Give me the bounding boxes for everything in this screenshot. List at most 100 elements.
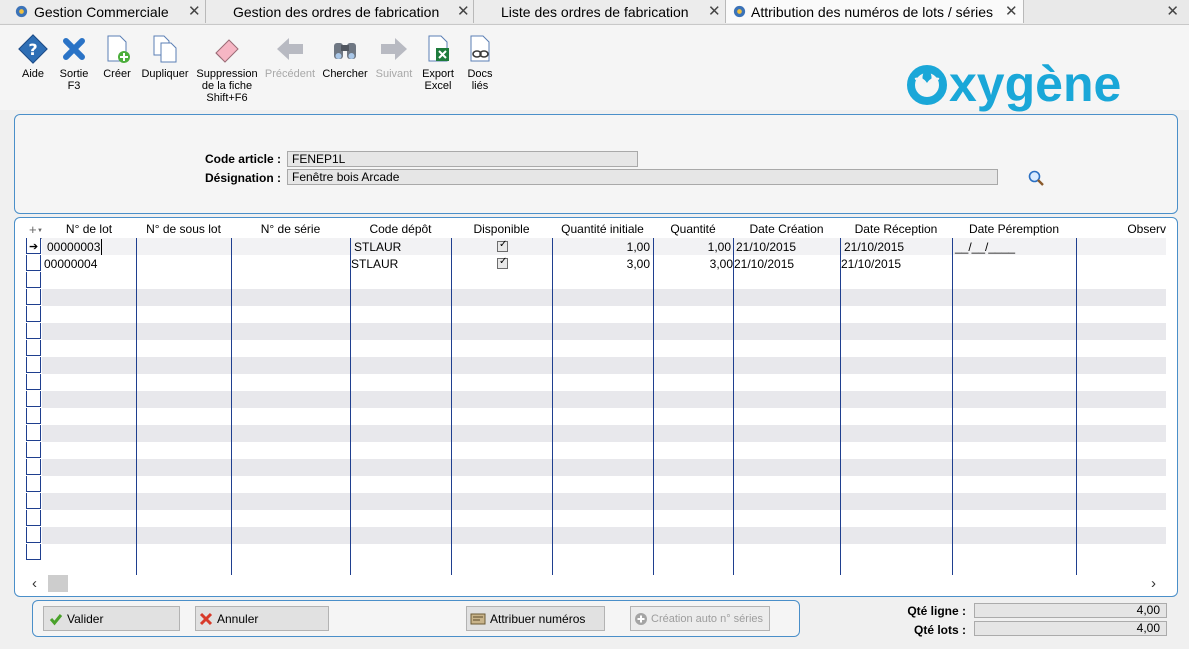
row-background [42,459,1166,476]
tab-liste-ordres[interactable]: Liste des ordres de fabrication ✕ [474,0,726,23]
row-background [42,272,1166,289]
col-header-serie[interactable]: N° de série [231,222,350,237]
close-icon[interactable]: ✕ [457,2,470,20]
scrollbar-thumb[interactable] [48,575,68,592]
row-background [42,357,1166,374]
gear-icon [15,5,28,18]
row-selector[interactable] [26,425,41,441]
delete-label: Suppression [196,68,258,80]
row-selector[interactable] [26,476,41,492]
row-background [42,527,1166,544]
binoculars-icon [334,43,356,59]
cell-depot[interactable]: STLAUR [351,256,398,272]
cell-date-creation[interactable]: 21/10/2015 [734,256,794,272]
close-icon[interactable]: ✕ [188,2,201,20]
tab-gestion-commerciale[interactable]: Gestion Commerciale ✕ [0,0,206,23]
col-header-observation[interactable]: Observ [1076,222,1166,237]
row-selector[interactable] [26,289,41,305]
tab-gestion-ordres[interactable]: Gestion des ordres de fabrication ✕ [206,0,474,23]
excel-icon [428,35,449,62]
scroll-left-icon[interactable]: ‹ [32,575,37,592]
arrow-right-icon [381,38,407,60]
help-button[interactable]: ? Aide [16,33,50,80]
row-selector[interactable] [26,272,41,288]
row-selector[interactable] [26,510,41,526]
cell-depot[interactable]: STLAUR [354,239,401,255]
cell-qte-initiale[interactable]: 1,00 [560,239,650,255]
scroll-right-icon[interactable]: › [1151,575,1156,592]
cell-qte[interactable]: 3,00 [660,256,733,272]
col-header-disponible[interactable]: Disponible [451,222,552,237]
cell-qte[interactable]: 1,00 [660,239,731,255]
export-label: Export [422,68,454,80]
col-header-qte-initiale[interactable]: Quantité initiale [552,222,653,237]
col-header-qte[interactable]: Quantité [653,222,733,237]
row-selector[interactable] [26,323,41,339]
tab-label: Gestion Commerciale [34,4,169,20]
disponible-checkbox[interactable]: ✓ [497,256,508,269]
cell-date-creation[interactable]: 21/10/2015 [736,239,796,255]
designation-field[interactable]: Fenêtre bois Arcade [287,169,998,185]
row-selector[interactable] [26,306,41,322]
validate-button[interactable]: Valider [43,606,180,631]
horizontal-scrollbar[interactable]: ‹ › [26,575,1166,593]
search-button[interactable]: Chercher [322,33,368,80]
row-background [42,340,1166,357]
col-header-date-creation[interactable]: Date Création [733,222,840,237]
add-row-icon[interactable]: + [29,222,37,237]
create-button[interactable]: Créer [100,33,134,80]
col-separator [451,238,452,575]
cell-date-reception[interactable]: 21/10/2015 [844,239,904,255]
export-excel-button[interactable]: Export Excel [420,33,456,92]
delete-record-button[interactable]: Suppression de la fiche Shift+F6 [196,33,258,104]
row-selector[interactable] [26,527,41,543]
col-header-sous-lot[interactable]: N° de sous lot [136,222,231,237]
numbering-icon [470,613,486,625]
close-icon[interactable]: ✕ [1005,2,1018,20]
col-header-lot[interactable]: N° de lot [42,222,136,237]
row-selector[interactable] [26,340,41,356]
row-background [42,510,1166,527]
cell-date-reception[interactable]: 21/10/2015 [841,256,901,272]
exit-button[interactable]: Sortie F3 [56,33,92,92]
row-background [42,391,1166,408]
arrow-left-icon [277,38,303,60]
previous-button[interactable]: Précédent [264,33,316,80]
row-selector[interactable] [26,442,41,458]
col-header-depot[interactable]: Code dépôt [350,222,451,237]
duplicate-button[interactable]: Dupliquer [140,33,190,80]
cell-lot[interactable]: 00000003 [47,239,103,255]
row-selector[interactable] [26,544,41,560]
row-selector[interactable] [26,408,41,424]
row-background [42,306,1166,323]
grid-header: + ▼ N° de lot N° de sous lot N° de série… [26,222,1166,239]
magnifier-icon[interactable] [1028,170,1044,186]
cell-qte-initiale[interactable]: 3,00 [560,256,650,272]
tab-label: Liste des ordres de fabrication [501,4,689,20]
col-separator [350,238,351,575]
col-header-date-reception[interactable]: Date Réception [840,222,952,237]
row-selector[interactable] [26,374,41,390]
check-icon [49,614,63,626]
close-icon[interactable]: ✕ [708,2,721,20]
code-article-field[interactable]: FENEP1L [287,151,638,167]
auto-serial-button[interactable]: Création auto n° séries [630,606,770,631]
create-label: Créer [103,68,131,80]
row-selector[interactable] [26,255,41,271]
col-header-date-peremption[interactable]: Date Péremption [952,222,1076,237]
close-all-icon[interactable]: ✕ [1166,2,1179,20]
linked-docs-button[interactable]: Docs liés [464,33,496,92]
row-selector[interactable] [26,459,41,475]
cell-lot[interactable]: 00000004 [44,256,97,272]
row-selector[interactable] [26,391,41,407]
row-selector[interactable] [26,493,41,509]
cancel-button[interactable]: Annuler [195,606,329,631]
assign-numbers-button[interactable]: Attribuer numéros [466,606,605,631]
tab-attribution-lots[interactable]: Attribution des numéros de lots / séries… [726,0,1024,23]
disponible-checkbox[interactable]: ✓ [497,239,508,252]
toolbar: ? Aide Sortie F3 Créer Dupliquer Suppres… [0,25,1189,112]
cell-date-peremption[interactable]: __/__/____ [955,239,1015,255]
col-separator [552,238,553,575]
row-selector[interactable] [26,357,41,373]
next-button[interactable]: Suivant [374,33,414,80]
